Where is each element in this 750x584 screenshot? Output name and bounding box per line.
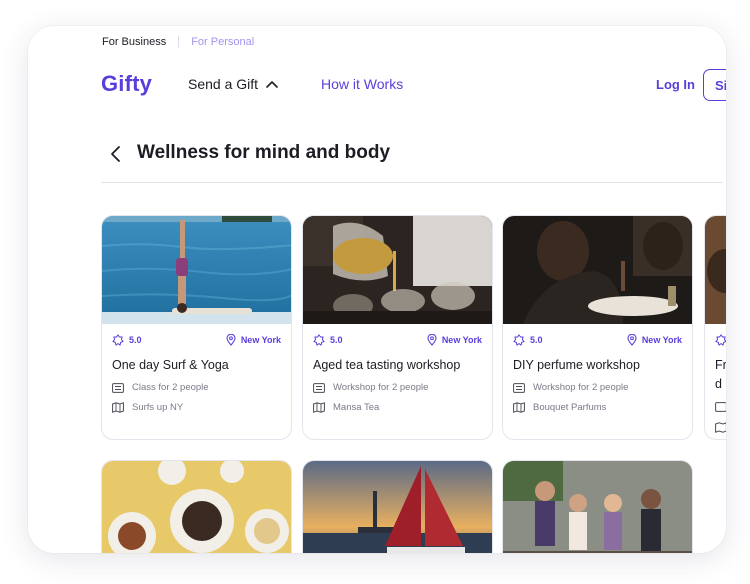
how-it-works-link[interactable]: How it Works <box>321 76 403 92</box>
tea-tasting-image <box>303 216 492 324</box>
rating-value: 5.0 <box>530 335 543 345</box>
send-gift-label: Send a Gift <box>188 76 259 92</box>
surf-yoga-image <box>102 216 291 324</box>
sailboat-image <box>303 461 492 553</box>
map-icon <box>313 402 325 413</box>
experience-card[interactable]: 5.0 New York DIY perfume workshop Worksh… <box>502 215 693 440</box>
send-gift-menu[interactable]: Send a Gift <box>188 76 278 92</box>
ticket-icon <box>513 382 525 393</box>
for-personal-link[interactable]: For Personal <box>191 36 254 48</box>
title-divider <box>101 182 723 183</box>
experience-name: DIY perfume workshop <box>513 358 640 372</box>
rating-value: 5.0 <box>129 335 142 345</box>
signup-button[interactable]: Si <box>703 69 726 101</box>
experience-card[interactable] <box>101 460 292 553</box>
experience-detail: Class for 2 people <box>132 382 209 393</box>
page-title: Wellness for mind and body <box>137 142 391 163</box>
ticket-icon <box>715 402 726 412</box>
badge-star-icon <box>715 334 726 346</box>
experience-card[interactable]: 5.0 New York One day Surf & Yoga Class f… <box>101 215 292 440</box>
food-image <box>705 216 726 324</box>
experience-card[interactable] <box>502 460 693 553</box>
ticket-icon <box>112 382 124 393</box>
experience-card[interactable] <box>302 460 493 553</box>
location-label: New York <box>240 335 281 345</box>
login-link[interactable]: Log In <box>656 77 695 92</box>
badge-star-icon <box>112 334 124 346</box>
experience-card[interactable]: Fr d <box>704 215 726 440</box>
location-label: New York <box>641 335 682 345</box>
logo[interactable]: Gifty <box>101 71 152 97</box>
rating-value: 5.0 <box>330 335 343 345</box>
chevron-up-icon <box>266 81 278 88</box>
map-icon <box>715 422 726 433</box>
topbar-divider <box>178 36 180 48</box>
group-photo-image <box>503 461 692 553</box>
experience-detail: Workshop for 2 people <box>333 382 429 393</box>
experience-name-line-2: d <box>715 377 722 391</box>
experience-name: One day Surf & Yoga <box>112 358 229 372</box>
experience-name: Aged tea tasting workshop <box>313 358 461 372</box>
experience-card[interactable]: 5.0 New York Aged tea tasting workshop W… <box>302 215 493 440</box>
venue-name: Surfs up NY <box>132 402 184 413</box>
ticket-icon <box>313 382 325 393</box>
audience-switch: For Business For Personal <box>102 36 254 48</box>
location-pin-icon <box>226 334 236 346</box>
perfume-workshop-image <box>503 216 692 324</box>
experience-name-line-1: Fr <box>715 358 726 372</box>
venue-name: Mansa Tea <box>333 402 380 413</box>
back-chevron-icon[interactable] <box>108 144 124 164</box>
browser-frame: For Business For Personal Gifty Send a G… <box>28 26 726 553</box>
location-pin-icon <box>627 334 637 346</box>
badge-star-icon <box>513 334 525 346</box>
badge-star-icon <box>313 334 325 346</box>
venue-name: Bouquet Parfums <box>533 402 607 413</box>
location-pin-icon <box>427 334 437 346</box>
experience-detail: Workshop for 2 people <box>533 382 629 393</box>
map-icon <box>513 402 525 413</box>
for-business-link[interactable]: For Business <box>102 36 166 48</box>
map-icon <box>112 402 124 413</box>
location-label: New York <box>441 335 482 345</box>
seafood-image <box>102 461 291 553</box>
